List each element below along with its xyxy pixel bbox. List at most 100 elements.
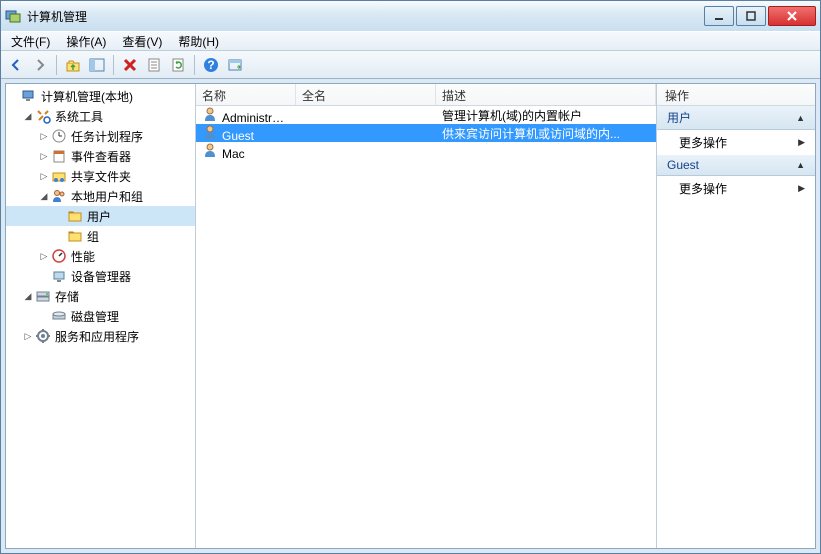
tree-storage[interactable]: ◢ 存储 — [6, 286, 195, 306]
menu-file[interactable]: 文件(F) — [5, 31, 56, 52]
tree-label: 磁盘管理 — [71, 308, 119, 325]
menubar: 文件(F) 操作(A) 查看(V) 帮助(H) — [1, 31, 820, 51]
user-icon — [202, 142, 218, 158]
tree-tasksched[interactable]: ▷ 任务计划程序 — [6, 126, 195, 146]
tree-label: 服务和应用程序 — [55, 328, 139, 345]
menu-action[interactable]: 操作(A) — [60, 31, 112, 52]
tree-label: 本地用户和组 — [71, 188, 143, 205]
tree-sharedfolders[interactable]: ▷ 共享文件夹 — [6, 166, 195, 186]
delete-button[interactable] — [119, 54, 141, 76]
cell-name: Mac — [196, 142, 296, 161]
titlebar[interactable]: 计算机管理 — [1, 1, 820, 31]
folder-icon — [67, 208, 83, 224]
folder-icon — [67, 228, 83, 244]
toolbar: ? — [1, 51, 820, 79]
menu-view[interactable]: 查看(V) — [116, 31, 168, 52]
tree-pane[interactable]: ▶ 计算机管理(本地) ◢ 系统工具 ▷ 任务计划程序 ▷ 事件查看器 ▷ — [6, 84, 196, 548]
tree-label: 组 — [87, 228, 99, 245]
expander-icon[interactable]: ▷ — [22, 330, 34, 342]
expander-icon[interactable]: ◢ — [38, 190, 50, 202]
forward-button[interactable] — [29, 54, 51, 76]
expander-icon[interactable]: ◢ — [22, 290, 34, 302]
expander-icon[interactable]: ▷ — [38, 250, 50, 262]
tree-label: 共享文件夹 — [71, 168, 131, 185]
actions-header: 操作 — [657, 84, 815, 106]
tree-label: 设备管理器 — [71, 268, 131, 285]
menu-help[interactable]: 帮助(H) — [172, 31, 225, 52]
actions-item-label: 更多操作 — [679, 180, 727, 197]
tree-label: 性能 — [71, 248, 95, 265]
list-body[interactable]: Administrat... 管理计算机(域)的内置帐户 Guest 供来宾访问计算机… — [196, 106, 656, 548]
expander-icon[interactable]: ▷ — [38, 170, 50, 182]
chevron-right-icon: ▶ — [798, 183, 805, 194]
properties-button[interactable] — [143, 54, 165, 76]
disk-icon — [51, 308, 67, 324]
actions-item-label: 更多操作 — [679, 134, 727, 151]
close-button[interactable] — [768, 6, 816, 26]
list-row[interactable]: Administrat... 管理计算机(域)的内置帐户 — [196, 106, 656, 124]
col-fullname[interactable]: 全名 — [296, 84, 436, 105]
window-title: 计算机管理 — [27, 8, 704, 25]
actions-more-users[interactable]: 更多操作 ▶ — [657, 130, 815, 155]
expander-icon[interactable]: ▷ — [38, 150, 50, 162]
tree-root[interactable]: ▶ 计算机管理(本地) — [6, 86, 195, 106]
tree-eventviewer[interactable]: ▷ 事件查看器 — [6, 146, 195, 166]
content-area: ▶ 计算机管理(本地) ◢ 系统工具 ▷ 任务计划程序 ▷ 事件查看器 ▷ — [5, 83, 816, 549]
storage-icon — [35, 288, 51, 304]
export-button[interactable] — [224, 54, 246, 76]
tree-label: 存储 — [55, 288, 79, 305]
actions-section-label: Guest — [667, 158, 699, 172]
device-icon — [51, 268, 67, 284]
list-row[interactable]: Guest 供来宾访问计算机或访问域的内... — [196, 124, 656, 142]
tree-diskmgmt[interactable]: ▷ 磁盘管理 — [6, 306, 195, 326]
expander-icon[interactable]: ▷ — [38, 130, 50, 142]
tree-label: 任务计划程序 — [71, 128, 143, 145]
help-button[interactable]: ? — [200, 54, 222, 76]
col-desc[interactable]: 描述 — [436, 84, 656, 105]
list-pane: 名称 全名 描述 Administrat...管理计算机(域)的内置帐户Gues… — [196, 84, 657, 548]
user-icon — [202, 124, 218, 140]
toolbar-sep — [194, 55, 195, 75]
clock-icon — [51, 128, 67, 144]
collapse-icon: ▲ — [796, 113, 805, 123]
actions-section-users[interactable]: 用户 ▲ — [657, 106, 815, 130]
refresh-button[interactable] — [167, 54, 189, 76]
toolbar-sep — [113, 55, 114, 75]
shared-folder-icon — [51, 168, 67, 184]
event-icon — [51, 148, 67, 164]
back-button[interactable] — [5, 54, 27, 76]
cell-name: Administrat... — [196, 106, 296, 125]
actions-section-guest[interactable]: Guest ▲ — [657, 155, 815, 176]
actions-more-guest[interactable]: 更多操作 ▶ — [657, 176, 815, 201]
tree-label: 用户 — [87, 208, 111, 225]
app-icon — [5, 8, 21, 24]
maximize-button[interactable] — [736, 6, 766, 26]
collapse-icon: ▲ — [796, 160, 805, 170]
tree-services[interactable]: ▷ 服务和应用程序 — [6, 326, 195, 346]
cell-desc: 供来宾访问计算机或访问域的内... — [436, 125, 656, 142]
tree-systools[interactable]: ◢ 系统工具 — [6, 106, 195, 126]
toolbar-sep — [56, 55, 57, 75]
expander-icon[interactable]: ◢ — [22, 110, 34, 122]
perf-icon — [51, 248, 67, 264]
cell-name: Guest — [196, 124, 296, 143]
tools-icon — [35, 108, 51, 124]
tree-label: 系统工具 — [55, 108, 103, 125]
tree-label: 事件查看器 — [71, 148, 131, 165]
minimize-button[interactable] — [704, 6, 734, 26]
chevron-right-icon: ▶ — [798, 137, 805, 148]
tree-devmgr[interactable]: ▷ 设备管理器 — [6, 266, 195, 286]
up-button[interactable] — [62, 54, 84, 76]
col-name[interactable]: 名称 — [196, 84, 296, 105]
tree-perf[interactable]: ▷ 性能 — [6, 246, 195, 266]
list-row[interactable]: Mac — [196, 142, 656, 160]
tree-groups[interactable]: ▷ 组 — [6, 226, 195, 246]
computer-icon — [21, 88, 37, 104]
tree-localusers[interactable]: ◢ 本地用户和组 — [6, 186, 195, 206]
cell-desc: 管理计算机(域)的内置帐户 — [436, 107, 656, 124]
svg-text:?: ? — [207, 58, 214, 72]
actions-section-label: 用户 — [667, 109, 691, 126]
tree-users[interactable]: ▷ 用户 — [6, 206, 195, 226]
actions-pane: 操作 用户 ▲ 更多操作 ▶ Guest ▲ 更多操作 ▶ — [657, 84, 815, 548]
show-hide-tree-button[interactable] — [86, 54, 108, 76]
